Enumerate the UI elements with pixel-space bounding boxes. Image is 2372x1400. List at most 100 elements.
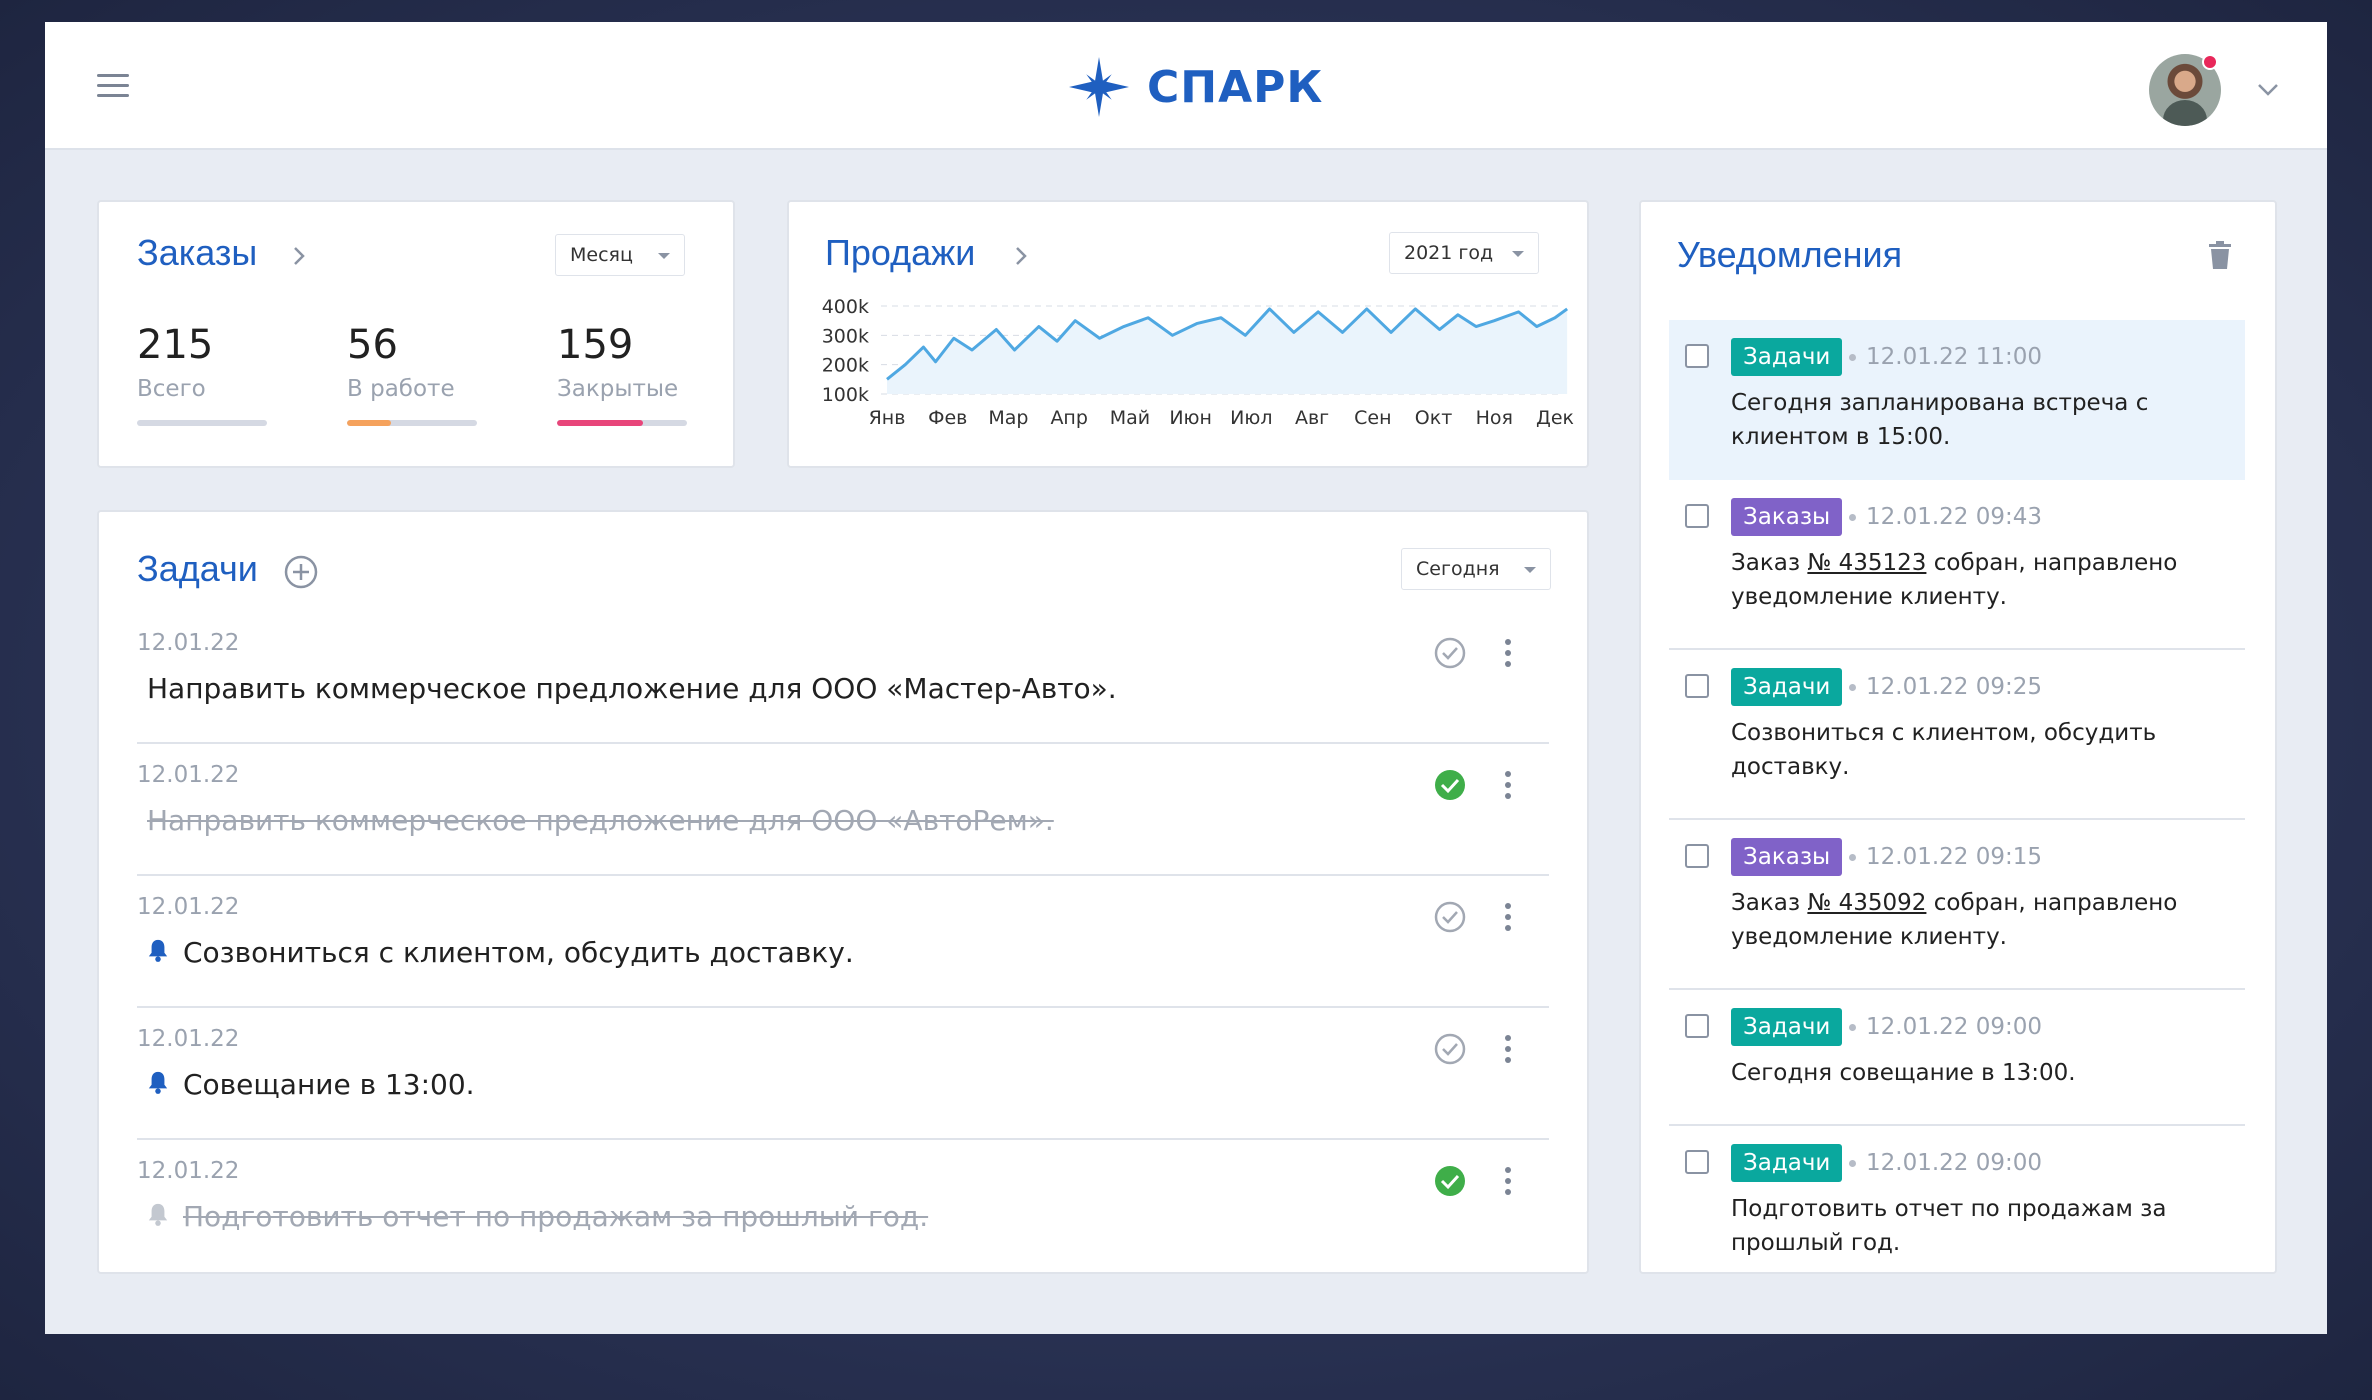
order-link[interactable]: № 435123 <box>1807 550 1926 576</box>
notification-checkbox[interactable] <box>1685 674 1709 698</box>
x-tick-label: Мар <box>988 407 1028 429</box>
notification-tag: Задачи <box>1731 338 1843 376</box>
tasks-filter-select[interactable]: Сегодня <box>1401 548 1551 590</box>
order-link[interactable]: № 435092 <box>1807 890 1926 916</box>
x-tick-label: Авг <box>1295 407 1329 429</box>
caret-down-icon <box>658 253 670 259</box>
notification-checkbox[interactable] <box>1685 844 1709 868</box>
notification-item[interactable]: Заказы 12.01.22 09:43 Заказ № 435123 собра… <box>1669 480 2245 650</box>
notification-item[interactable]: Задачи 12.01.22 11:00 Сегодня запланирован… <box>1669 320 2245 480</box>
stat-value: 56 <box>347 322 398 368</box>
orders-period-select[interactable]: Месяц <box>555 234 685 276</box>
check-circle-icon[interactable] <box>1433 1164 1467 1198</box>
caret-down-icon <box>1512 251 1524 257</box>
notification-tag-label: Заказы <box>1743 844 1831 870</box>
task-row[interactable]: 12.01.22 Совещание в 13:00. <box>137 1008 1549 1140</box>
task-row[interactable]: 12.01.22 Подготовить отчет по продажам за… <box>137 1140 1549 1272</box>
trash-icon[interactable] <box>2207 240 2233 270</box>
task-date: 12.01.22 <box>137 894 240 920</box>
more-vertical-icon[interactable] <box>1503 636 1513 670</box>
task-label: Совещание в 13:00. <box>183 1068 475 1101</box>
check-circle-icon[interactable] <box>1433 636 1467 670</box>
notification-item[interactable]: Задачи 12.01.22 09:00 Сегодня совещание в … <box>1669 990 2245 1126</box>
notification-text-line2: доставку. <box>1731 754 1850 780</box>
notification-text-line1: Подготовить отчет по продажам за <box>1731 1196 2167 1222</box>
notification-text-line2: прошлый год. <box>1731 1230 1901 1256</box>
notification-text-line1: Сегодня совещание в 13:00. <box>1731 1060 2076 1086</box>
check-circle-icon[interactable] <box>1433 768 1467 802</box>
notification-tag-label: Заказы <box>1743 504 1831 530</box>
tasks-title[interactable]: Задачи <box>137 548 258 590</box>
x-tick-label: Апр <box>1050 407 1087 429</box>
y-tick-label: 300k <box>822 325 869 347</box>
bell-icon <box>147 1200 169 1233</box>
notifications-title: Уведомления <box>1677 234 1903 275</box>
x-tick-label: Июл <box>1230 407 1272 429</box>
notification-item[interactable]: Задачи 12.01.22 09:00 Подготовить отчет по… <box>1669 1126 2245 1272</box>
x-tick-label: Дек <box>1536 407 1574 429</box>
task-date: 12.01.22 <box>137 762 240 788</box>
more-vertical-icon[interactable] <box>1503 1032 1513 1066</box>
notification-checkbox[interactable] <box>1685 1014 1709 1038</box>
notification-tag-label: Задачи <box>1743 1014 1831 1040</box>
check-circle-icon[interactable] <box>1433 1032 1467 1066</box>
bell-icon <box>147 936 169 969</box>
chevron-right-icon[interactable] <box>289 244 309 268</box>
caret-down-icon <box>1524 567 1536 573</box>
notification-checkbox[interactable] <box>1685 504 1709 528</box>
menu-icon[interactable] <box>97 74 129 98</box>
notification-time: 12.01.22 09:00 <box>1849 1014 2042 1040</box>
notification-text-pre: Заказ <box>1731 890 1808 916</box>
tasks-card: Задачи Сегодня 12.01.22 Направить коммерч… <box>97 510 1589 1274</box>
notification-text-line2: клиентом в 15:00. <box>1731 424 1951 450</box>
notification-dot <box>2202 54 2218 70</box>
plus-circle-icon[interactable] <box>283 554 319 590</box>
sales-period-value: 2021 год <box>1404 242 1494 264</box>
sales-title[interactable]: Продажи <box>825 232 975 274</box>
task-label: Направить коммерческое предложение для О… <box>147 804 1054 837</box>
notification-text: Сегодня совещание в 13:00. <box>1731 1056 2231 1090</box>
task-text: Созвониться с клиентом, обсудить доставк… <box>147 936 854 969</box>
task-label: Направить коммерческое предложение для О… <box>147 672 1117 705</box>
notification-time: 12.01.22 09:00 <box>1849 1150 2042 1176</box>
more-vertical-icon[interactable] <box>1503 900 1513 934</box>
notification-text: Заказ № 435092 собран, направлено уведомл… <box>1731 886 2231 954</box>
stat-closed: 159 Закрытые <box>557 322 678 402</box>
orders-title[interactable]: Заказы <box>137 232 257 274</box>
stat-bar-total <box>137 420 267 426</box>
task-label: Созвониться с клиентом, обсудить доставк… <box>183 936 854 969</box>
task-text: Подготовить отчет по продажам за прошлый… <box>147 1200 928 1233</box>
notification-item[interactable]: Заказы 12.01.22 09:15 Заказ № 435092 собра… <box>1669 820 2245 990</box>
notification-timestamp: 12.01.22 09:00 <box>1866 1150 2043 1176</box>
x-tick-label: Ноя <box>1476 407 1513 429</box>
notification-tag: Задачи <box>1731 668 1843 706</box>
x-tick-label: Июн <box>1169 407 1212 429</box>
more-vertical-icon[interactable] <box>1503 1164 1513 1198</box>
notification-timestamp: 12.01.22 09:43 <box>1866 504 2043 530</box>
task-text: Направить коммерческое предложение для О… <box>147 672 1117 705</box>
task-row[interactable]: 12.01.22 Направить коммерческое предложен… <box>137 612 1549 744</box>
sales-period-select[interactable]: 2021 год <box>1389 232 1539 274</box>
task-text: Совещание в 13:00. <box>147 1068 475 1101</box>
dot-separator <box>1849 1159 1856 1167</box>
notification-item[interactable]: Задачи 12.01.22 09:25 Созвониться с клиент… <box>1669 650 2245 820</box>
tasks-filter-value: Сегодня <box>1416 558 1500 580</box>
notification-timestamp: 12.01.22 09:25 <box>1866 674 2043 700</box>
chevron-down-icon[interactable] <box>2255 76 2281 102</box>
task-date: 12.01.22 <box>137 1158 240 1184</box>
x-tick-label: Сен <box>1354 407 1391 429</box>
notification-text: Заказ № 435123 собран, направлено уведомл… <box>1731 546 2231 614</box>
task-row[interactable]: 12.01.22 Направить коммерческое предложен… <box>137 744 1549 876</box>
stat-in-progress: 56 В работе <box>347 322 455 402</box>
stat-label: В работе <box>347 376 455 402</box>
check-circle-icon[interactable] <box>1433 900 1467 934</box>
chevron-right-icon[interactable] <box>1011 244 1031 268</box>
task-row[interactable]: 12.01.22 Созвониться с клиентом, обсудить… <box>137 876 1549 1008</box>
more-vertical-icon[interactable] <box>1503 768 1513 802</box>
bell-icon <box>147 1068 169 1101</box>
notification-checkbox[interactable] <box>1685 1150 1709 1174</box>
notification-checkbox[interactable] <box>1685 344 1709 368</box>
brand-logo[interactable]: СПАРК <box>1067 55 1323 119</box>
notification-text-line2: уведомление клиенту. <box>1731 924 2007 950</box>
app-window: СПАРК Заказы Месяц 215 Всего 56 В работе… <box>45 22 2327 1334</box>
